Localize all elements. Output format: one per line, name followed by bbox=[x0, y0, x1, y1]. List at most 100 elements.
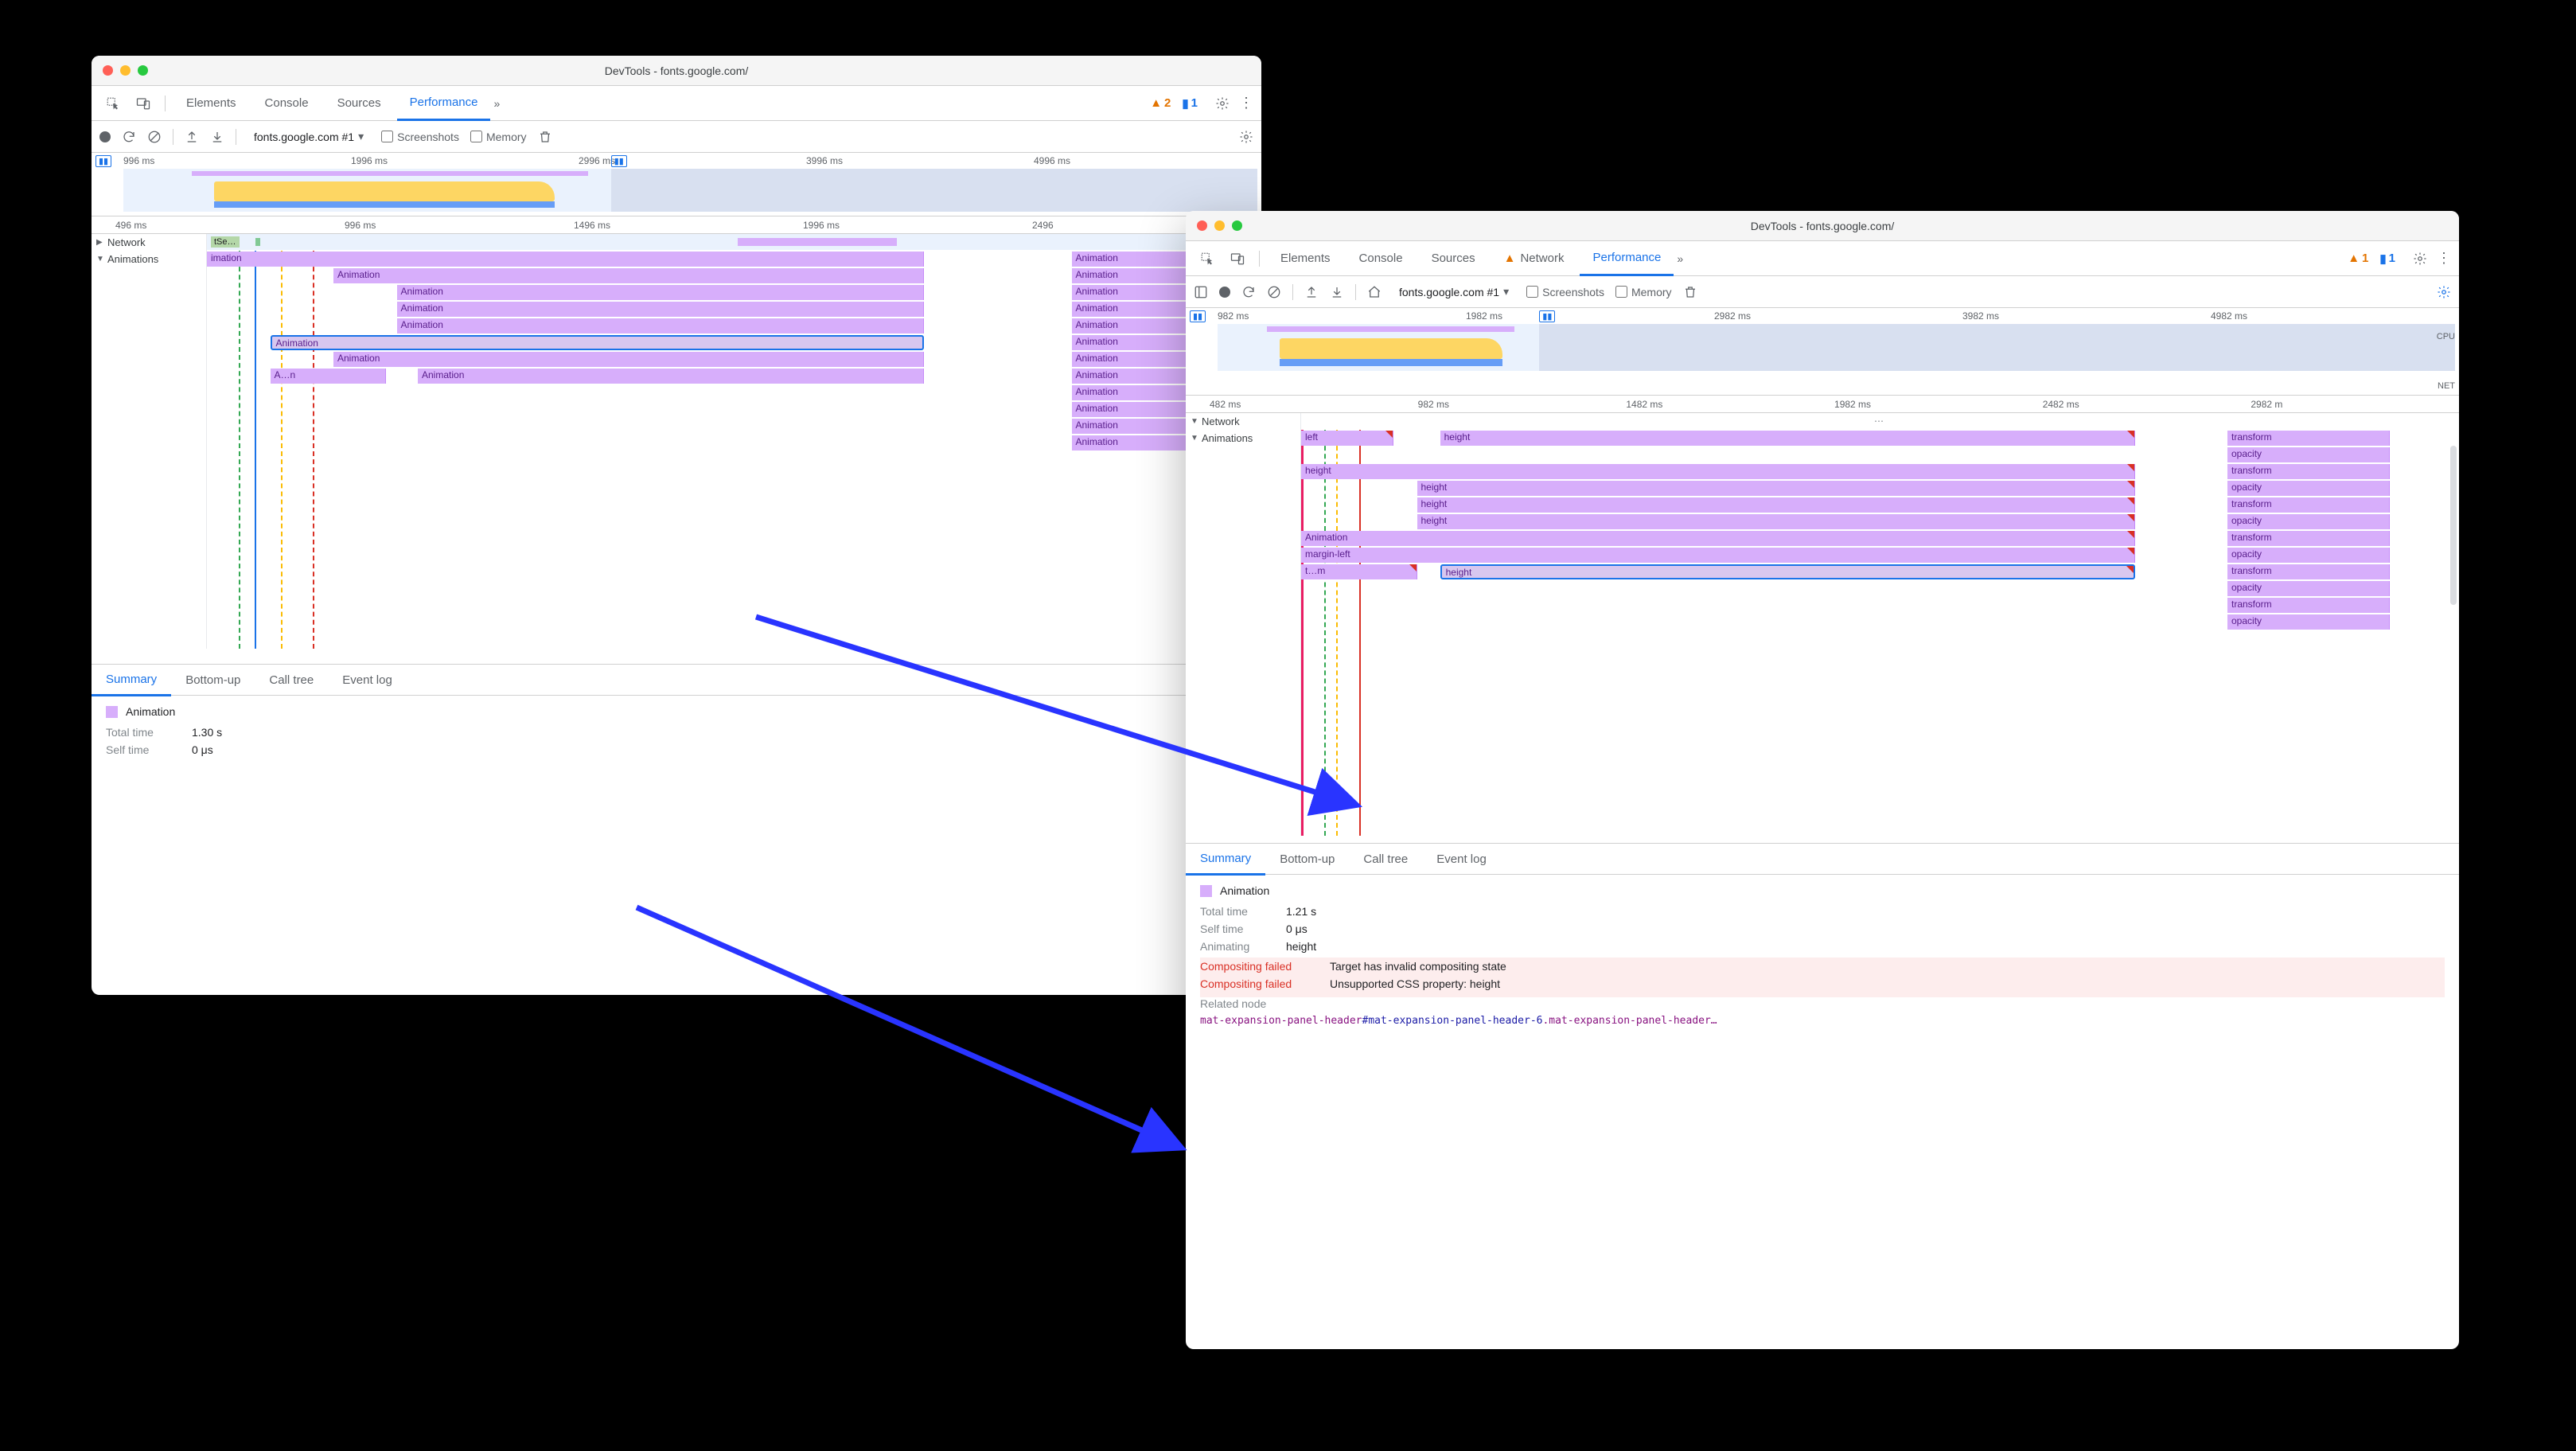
warnings-badge[interactable]: ▲1 bbox=[2348, 252, 2368, 265]
device-toggle-icon[interactable] bbox=[1224, 245, 1251, 272]
device-toggle-icon[interactable] bbox=[130, 90, 157, 117]
anim-bar[interactable]: Animation bbox=[418, 369, 924, 384]
reload-button[interactable] bbox=[1241, 285, 1256, 299]
gear-icon[interactable] bbox=[1209, 90, 1236, 117]
anim-bar[interactable]: opacity bbox=[2227, 548, 2390, 563]
tab-summary[interactable]: Summary bbox=[1186, 844, 1265, 876]
time-ruler[interactable]: 482 ms 982 ms 1482 ms 1982 ms 2482 ms 29… bbox=[1186, 396, 2459, 413]
settings-gear-icon[interactable] bbox=[1239, 130, 1253, 144]
tab-summary[interactable]: Summary bbox=[92, 665, 171, 696]
anim-bar[interactable]: opacity bbox=[2227, 581, 2390, 596]
network-track[interactable]: tSe… bbox=[207, 234, 1261, 250]
clear-button[interactable] bbox=[1267, 285, 1281, 299]
tab-performance[interactable]: Performance bbox=[397, 86, 491, 121]
tab-sources[interactable]: Sources bbox=[1419, 241, 1488, 276]
anim-bar[interactable]: Animation bbox=[397, 318, 925, 333]
tab-network[interactable]: ▲Network bbox=[1491, 241, 1577, 276]
tab-console[interactable]: Console bbox=[252, 86, 322, 121]
memory-checkbox[interactable]: Memory bbox=[470, 131, 527, 143]
messages-badge[interactable]: ▮1 bbox=[2379, 252, 2395, 266]
issues-badge[interactable]: ▮1 bbox=[1182, 96, 1198, 111]
pause-icon-2[interactable]: ▮▮ bbox=[1539, 310, 1555, 322]
memory-checkbox[interactable]: Memory bbox=[1615, 286, 1672, 298]
tab-elements[interactable]: Elements bbox=[173, 86, 249, 121]
flame-chart[interactable]: ▼Network ⋯ ▼Animations leftheightheighth… bbox=[1186, 413, 2459, 843]
anim-bar[interactable]: height bbox=[1301, 464, 2135, 479]
tab-performance[interactable]: Performance bbox=[1580, 241, 1674, 276]
network-track-header[interactable]: ▶Network bbox=[92, 234, 206, 251]
anim-bar[interactable]: margin-left bbox=[1301, 548, 2135, 563]
anim-bar[interactable]: height bbox=[1417, 481, 2135, 496]
pause-icon[interactable]: ▮▮ bbox=[95, 155, 111, 167]
anim-bar[interactable]: left bbox=[1301, 431, 1393, 446]
animations-track-header[interactable]: ▼Animations bbox=[1186, 430, 1300, 447]
tab-call-tree[interactable]: Call tree bbox=[255, 664, 328, 696]
upload-icon[interactable] bbox=[1304, 285, 1319, 299]
anim-bar[interactable]: t…m bbox=[1301, 564, 1417, 579]
anim-bar[interactable]: Animation bbox=[333, 268, 924, 283]
anim-bar[interactable]: opacity bbox=[2227, 447, 2390, 462]
animations-track[interactable]: leftheightheightheightheightheightAnimat… bbox=[1301, 430, 2459, 836]
download-icon[interactable] bbox=[210, 130, 224, 144]
network-track-header[interactable]: ▼Network bbox=[1186, 413, 1300, 430]
reload-button[interactable] bbox=[122, 130, 136, 144]
anim-bar[interactable]: height bbox=[1440, 564, 2135, 579]
anim-bar[interactable]: transform bbox=[2227, 464, 2390, 479]
record-button[interactable] bbox=[1219, 287, 1230, 298]
anim-bar[interactable]: opacity bbox=[2227, 614, 2390, 630]
inspect-icon[interactable] bbox=[99, 90, 127, 117]
anim-bar[interactable]: height bbox=[1417, 497, 2135, 513]
more-tabs-icon[interactable]: » bbox=[1677, 252, 1683, 265]
inspect-icon[interactable] bbox=[1194, 245, 1221, 272]
anim-bar[interactable]: A…n bbox=[271, 369, 387, 384]
tab-console[interactable]: Console bbox=[1346, 241, 1416, 276]
record-button[interactable] bbox=[99, 131, 111, 142]
trash-icon[interactable] bbox=[1683, 285, 1697, 299]
anim-bar[interactable]: opacity bbox=[2227, 481, 2390, 496]
settings-gear-icon[interactable] bbox=[2437, 285, 2451, 299]
overview-minimap[interactable]: ▮▮ 996 ms 1996 ms 2996 ms 3996 ms 4996 m… bbox=[92, 153, 1261, 216]
flame-chart[interactable]: ▶Network tSe… ▼Animations imation Animat… bbox=[92, 234, 1261, 664]
tab-bottom-up[interactable]: Bottom-up bbox=[1265, 843, 1349, 875]
warnings-badge[interactable]: ▲2 bbox=[1150, 96, 1171, 110]
anim-bar[interactable]: opacity bbox=[2227, 514, 2390, 529]
anim-bar[interactable]: transform bbox=[2227, 497, 2390, 513]
screenshots-checkbox[interactable]: Screenshots bbox=[1526, 286, 1604, 298]
recording-select[interactable]: fonts.google.com #1▾ bbox=[1393, 283, 1515, 301]
pause-icon[interactable]: ▮▮ bbox=[1190, 310, 1206, 322]
tab-event-log[interactable]: Event log bbox=[1422, 843, 1501, 875]
anim-bar[interactable]: Animation bbox=[333, 352, 924, 367]
download-icon[interactable] bbox=[1330, 285, 1344, 299]
anim-bar[interactable]: Animation bbox=[1301, 531, 2135, 546]
overview-minimap[interactable]: ▮▮ 982 ms 1982 ms 2982 ms 3982 ms 4982 m… bbox=[1186, 308, 2459, 396]
anim-bar[interactable]: transform bbox=[2227, 531, 2390, 546]
kebab-icon[interactable]: ⋮ bbox=[2437, 250, 2451, 267]
home-icon[interactable] bbox=[1367, 285, 1382, 299]
anim-bar[interactable]: height bbox=[1417, 514, 2135, 529]
trash-icon[interactable] bbox=[538, 130, 552, 144]
network-track[interactable]: ⋯ bbox=[1301, 413, 2459, 429]
tab-call-tree[interactable]: Call tree bbox=[1349, 843, 1422, 875]
time-ruler[interactable]: 496 ms 996 ms 1496 ms 1996 ms 2496 bbox=[92, 216, 1261, 234]
animations-track[interactable]: imation AnimationAnimationAnimationAnima… bbox=[207, 251, 1261, 649]
anim-bar[interactable]: imation bbox=[207, 252, 924, 267]
anim-bar[interactable]: transform bbox=[2227, 598, 2390, 613]
network-item[interactable]: tSe… bbox=[211, 236, 240, 248]
clear-button[interactable] bbox=[147, 130, 162, 144]
anim-bar[interactable]: Animation bbox=[397, 302, 925, 317]
related-node[interactable]: mat-expansion-panel-header#mat-expansion… bbox=[1200, 1015, 2445, 1027]
anim-bar[interactable]: transform bbox=[2227, 431, 2390, 446]
dock-icon[interactable] bbox=[1194, 285, 1208, 299]
tab-event-log[interactable]: Event log bbox=[328, 664, 407, 696]
animations-track-header[interactable]: ▼Animations bbox=[92, 251, 206, 267]
tab-bottom-up[interactable]: Bottom-up bbox=[171, 664, 255, 696]
anim-bar[interactable]: Animation bbox=[397, 285, 925, 300]
pause-icon-2[interactable]: ▮▮ bbox=[611, 155, 627, 167]
gear-icon[interactable] bbox=[2406, 245, 2434, 272]
tab-sources[interactable]: Sources bbox=[325, 86, 394, 121]
anim-bar[interactable]: Animation bbox=[271, 335, 925, 350]
anim-bar[interactable]: height bbox=[1440, 431, 2135, 446]
tab-elements[interactable]: Elements bbox=[1268, 241, 1343, 276]
upload-icon[interactable] bbox=[185, 130, 199, 144]
screenshots-checkbox[interactable]: Screenshots bbox=[381, 131, 459, 143]
